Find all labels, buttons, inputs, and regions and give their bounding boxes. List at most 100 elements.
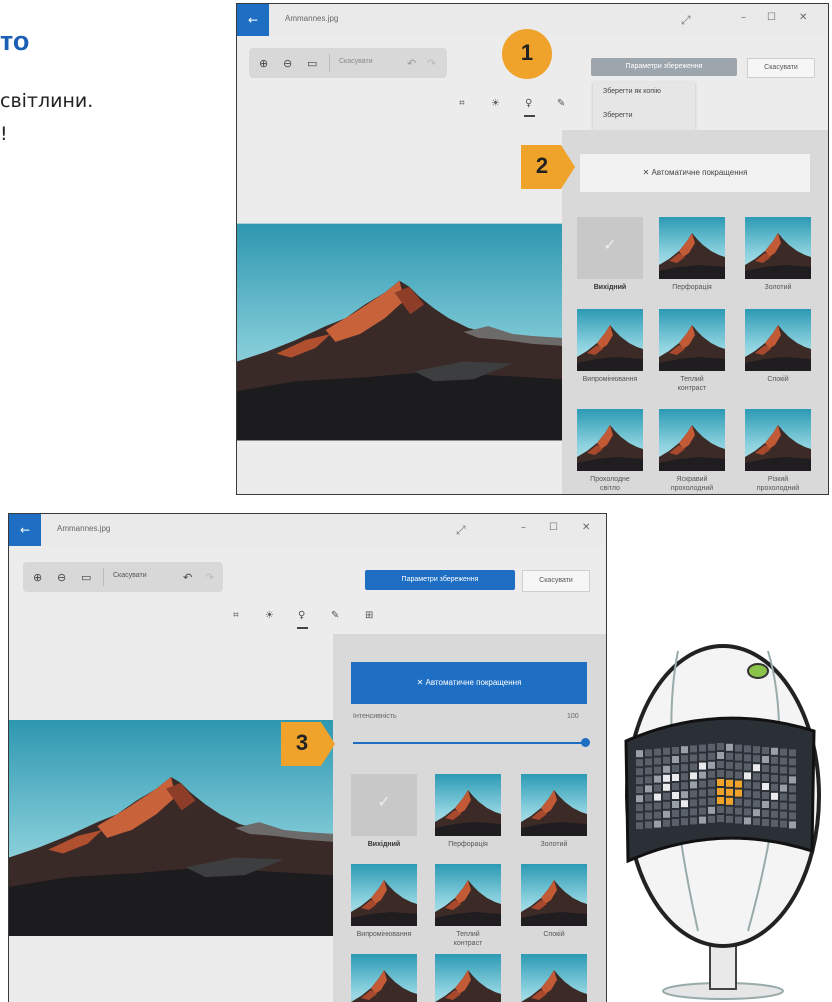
filter-label: Теплий контраст bbox=[677, 376, 707, 392]
save-options-button[interactable]: Параметри збереження bbox=[591, 58, 737, 76]
view-toolbar: ⊕ ⊖ ▭ Скасувати ↶ ↷ bbox=[23, 562, 223, 592]
robot-face-pixel bbox=[699, 798, 706, 806]
cancel-button[interactable]: Скасувати bbox=[522, 570, 590, 592]
robot-face-pixel bbox=[762, 792, 769, 799]
filter-thumbnail[interactable]: Прохолодне світло bbox=[577, 409, 643, 493]
filter-thumbnail[interactable]: Перфорація bbox=[435, 774, 501, 849]
markup-icon[interactable]: ✎ bbox=[331, 610, 339, 621]
expand-icon[interactable]: ⤢ bbox=[456, 523, 466, 538]
filter-thumbnail[interactable]: Спокій bbox=[521, 864, 587, 939]
filter-thumbnail[interactable]: Теплий контраст bbox=[659, 309, 725, 393]
robot-face-pixel bbox=[744, 808, 751, 816]
robot-face-pixel bbox=[645, 794, 652, 802]
robot-face-pixel bbox=[735, 780, 742, 788]
robot-face-pixel bbox=[789, 821, 796, 829]
back-button[interactable]: ← bbox=[9, 514, 41, 546]
undo-button[interactable]: Скасувати bbox=[113, 572, 147, 579]
save-item[interactable]: Зберегти bbox=[593, 112, 695, 119]
save-options-button[interactable]: Параметри збереження bbox=[365, 570, 515, 590]
robot-face-pixel bbox=[672, 819, 679, 826]
zoom-in-icon[interactable]: ⊕ bbox=[33, 571, 42, 584]
robot-face-pixel bbox=[753, 791, 760, 799]
filter-thumbnail[interactable] bbox=[351, 954, 417, 1002]
filter-thumbnail[interactable]: Спокій bbox=[745, 309, 811, 384]
window-title: Ammannes.jpg bbox=[285, 14, 339, 23]
robot-face-pixel bbox=[789, 803, 796, 811]
minimize-button[interactable]: – bbox=[521, 522, 526, 533]
robot-face-pixel bbox=[735, 762, 742, 770]
adjust-icon[interactable]: ☀ bbox=[265, 610, 274, 621]
minimize-button[interactable]: – bbox=[741, 12, 746, 23]
robot-face-pixel bbox=[753, 764, 760, 772]
undo-button[interactable]: Скасувати bbox=[339, 58, 373, 65]
filter-thumbnail[interactable]: Золотий bbox=[745, 217, 811, 292]
adjust-icon[interactable]: ☀ bbox=[491, 98, 500, 109]
undo-icon[interactable]: ↶ bbox=[183, 571, 192, 584]
zoom-in-icon[interactable]: ⊕ bbox=[259, 57, 268, 70]
auto-enhance-button[interactable]: ✕ Автоматичне покращення bbox=[351, 662, 587, 704]
filter-thumbnail[interactable]: Яскравий прохолодний bbox=[659, 409, 725, 493]
crop-icon[interactable]: ⌗ bbox=[233, 610, 239, 621]
robot-face-pixel bbox=[744, 781, 751, 789]
robot-face-pixel bbox=[753, 773, 760, 781]
check-icon: ✓ bbox=[603, 235, 617, 254]
robot-face-pixel bbox=[771, 747, 778, 755]
fit-screen-icon[interactable]: ▭ bbox=[81, 571, 91, 584]
expand-icon[interactable]: ⤢ bbox=[681, 13, 691, 28]
close-button[interactable]: ✕ bbox=[582, 522, 590, 533]
crop-icon[interactable]: ⌗ bbox=[459, 98, 465, 109]
robot-face-pixel bbox=[771, 765, 778, 773]
robot-face-pixel bbox=[708, 770, 715, 778]
robot-face-pixel bbox=[717, 788, 724, 795]
robot-face-pixel bbox=[717, 779, 724, 786]
redo-icon[interactable]: ↷ bbox=[427, 57, 436, 70]
undo-icon[interactable]: ↶ bbox=[407, 57, 416, 70]
main-photo bbox=[237, 223, 562, 441]
filter-thumbnail[interactable]: Випромінювання bbox=[351, 864, 417, 939]
filter-thumbnail[interactable] bbox=[435, 954, 501, 1002]
filter-icon[interactable]: ♀ bbox=[298, 610, 305, 621]
robot-face-pixel bbox=[717, 815, 724, 822]
filter-thumbnail[interactable]: Золотий bbox=[521, 774, 587, 849]
filter-thumbnail[interactable]: Перфорація bbox=[659, 217, 725, 292]
robot-face-pixel bbox=[636, 750, 643, 758]
fit-screen-icon[interactable]: ▭ bbox=[307, 57, 317, 70]
robot-face-pixel bbox=[753, 782, 760, 790]
robot-face-pixel bbox=[690, 754, 697, 762]
filter-thumbnail[interactable]: Теплий контраст bbox=[435, 864, 501, 948]
filter-label: Перфорація bbox=[672, 284, 712, 291]
robot-face-pixel bbox=[654, 748, 661, 756]
filter-thumbnail[interactable]: Випромінювання bbox=[577, 309, 643, 384]
cancel-button[interactable]: Скасувати bbox=[747, 58, 815, 78]
filter-thumbnail[interactable] bbox=[521, 954, 587, 1002]
filter-thumbnail[interactable]: Різкий прохолодний bbox=[745, 409, 811, 493]
robot-face-pixel bbox=[681, 809, 688, 817]
robot-face-pixel bbox=[645, 749, 652, 757]
back-button[interactable]: ← bbox=[237, 4, 269, 36]
robot-face-pixel bbox=[699, 753, 706, 761]
zoom-out-icon[interactable]: ⊖ bbox=[283, 57, 292, 70]
redo-icon[interactable]: ↷ bbox=[205, 571, 214, 584]
maximize-button[interactable]: ☐ bbox=[549, 522, 558, 533]
robot-face-pixel bbox=[663, 756, 670, 764]
robot-face-pixel bbox=[645, 758, 652, 766]
toolbar-separator bbox=[103, 568, 104, 586]
intensity-slider-track[interactable] bbox=[353, 742, 585, 744]
save-as-copy-item[interactable]: Зберегти як копію bbox=[593, 88, 695, 95]
intensity-slider-thumb[interactable] bbox=[581, 738, 590, 747]
auto-enhance-button[interactable]: ✕ Автоматичне покращення bbox=[580, 154, 810, 192]
filter-original[interactable]: ✓ Вихідний bbox=[577, 217, 643, 292]
maximize-button[interactable]: ☐ bbox=[767, 12, 776, 23]
robot-face-pixel bbox=[735, 753, 742, 761]
filter-original[interactable]: ✓ Вихідний bbox=[351, 774, 417, 849]
zoom-out-icon[interactable]: ⊖ bbox=[57, 571, 66, 584]
robot-face-pixel bbox=[636, 804, 643, 812]
robot-face-pixel bbox=[735, 789, 742, 797]
effects-icon[interactable]: ⊞ bbox=[365, 610, 373, 621]
robot-face-pixel bbox=[636, 759, 643, 767]
markup-icon[interactable]: ✎ bbox=[557, 98, 565, 109]
robot-face-pixel bbox=[735, 798, 742, 806]
filter-icon[interactable]: ♀ bbox=[525, 98, 532, 109]
close-button[interactable]: ✕ bbox=[799, 12, 807, 23]
robot-face-pixel bbox=[672, 801, 679, 808]
